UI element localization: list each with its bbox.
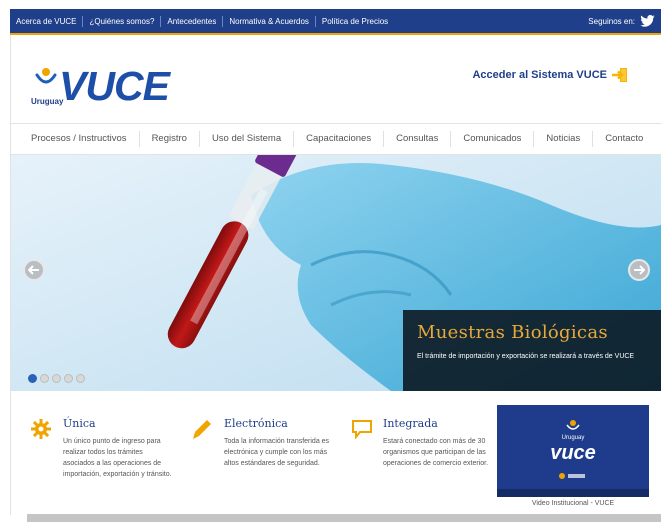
social-label: Seguinos en: xyxy=(588,16,635,26)
feature-description: Estará conectado con más de 30 organismo… xyxy=(383,438,489,467)
top-bar: Acerca de VUCE ¿Quiénes somos? Anteceden… xyxy=(10,9,661,35)
nav-item-noticias[interactable]: Noticias xyxy=(534,131,594,147)
login-door-icon xyxy=(612,68,627,82)
main-nav: Procesos / Instructivos Registro Uso del… xyxy=(11,123,661,155)
feature-title: Integrada xyxy=(383,417,438,430)
slider-pagination xyxy=(28,374,88,383)
video-caption: Video Institucional - VUCE xyxy=(531,500,615,507)
top-links: Acerca de VUCE ¿Quiénes somos? Anteceden… xyxy=(10,9,394,33)
slide-title: Muestras Biológicas xyxy=(417,322,608,343)
nav-item-procesos[interactable]: Procesos / Instructivos xyxy=(11,131,140,147)
site-header: Uruguay VUCE Acceder al Sistema VUCE xyxy=(11,37,661,123)
nav-item-contacto[interactable]: Contacto xyxy=(593,131,655,147)
slider-next-button[interactable] xyxy=(628,259,650,281)
top-link-acerca[interactable]: Acerca de VUCE xyxy=(10,15,84,27)
uruguay-sun-mark-icon xyxy=(35,68,57,84)
twitter-icon[interactable] xyxy=(640,15,655,27)
access-system-link[interactable]: Acceder al Sistema VUCE xyxy=(472,67,629,83)
institutional-video[interactable]: Uruguay vuce Video Institucional - VUCE xyxy=(497,405,649,507)
video-controls[interactable] xyxy=(497,489,649,497)
arrow-left-icon xyxy=(28,265,39,275)
arrow-right-icon xyxy=(634,265,645,275)
nav-item-consultas[interactable]: Consultas xyxy=(384,131,452,147)
top-link-antecedentes[interactable]: Antecedentes xyxy=(161,15,224,27)
vuce-logo[interactable]: Uruguay VUCE xyxy=(29,59,199,115)
hero-slider: Muestras Biológicas El trámite de import… xyxy=(11,155,661,391)
nav-item-capacitaciones[interactable]: Capacitaciones xyxy=(294,131,385,147)
nav-item-comunicados[interactable]: Comunicados xyxy=(451,131,535,147)
pencil-icon xyxy=(193,420,211,439)
speech-bubble-icon xyxy=(352,420,372,439)
slide-description: El trámite de importación y exportación … xyxy=(417,353,635,360)
top-link-quienes[interactable]: ¿Quiénes somos? xyxy=(83,15,162,27)
slider-dot-4[interactable] xyxy=(64,374,73,383)
top-link-precios[interactable]: Política de Precios xyxy=(316,16,394,27)
social-links: Seguinos en: xyxy=(588,15,661,27)
feature-description: Un único punto de ingreso para realizar … xyxy=(63,438,172,478)
slider-prev-button[interactable] xyxy=(23,259,45,281)
footer-strip xyxy=(27,514,661,522)
slider-dot-3[interactable] xyxy=(52,374,61,383)
slider-dot-5[interactable] xyxy=(76,374,85,383)
video-logo-country: Uruguay xyxy=(561,435,585,441)
logo-wordmark: VUCE xyxy=(59,63,170,109)
access-system-label: Acceder al Sistema VUCE xyxy=(472,69,607,81)
feature-title: Electrónica xyxy=(224,417,288,430)
nav-item-registro[interactable]: Registro xyxy=(140,131,200,147)
feature-description: Toda la información transferida es elect… xyxy=(224,438,330,467)
features-section: Única Un único punto de ingreso para rea… xyxy=(11,391,661,513)
slider-dot-2[interactable] xyxy=(40,374,49,383)
nav-item-uso-sistema[interactable]: Uso del Sistema xyxy=(200,131,295,147)
slider-dot-1[interactable] xyxy=(28,374,37,383)
slide-caption: Muestras Biológicas El trámite de import… xyxy=(403,310,661,391)
top-link-normativa[interactable]: Normativa & Acuerdos xyxy=(223,15,316,27)
video-logo-wordmark: vuce xyxy=(550,442,596,464)
feature-title: Única xyxy=(63,417,96,430)
gear-icon xyxy=(31,419,51,439)
video-small-logo-icon xyxy=(559,473,585,479)
